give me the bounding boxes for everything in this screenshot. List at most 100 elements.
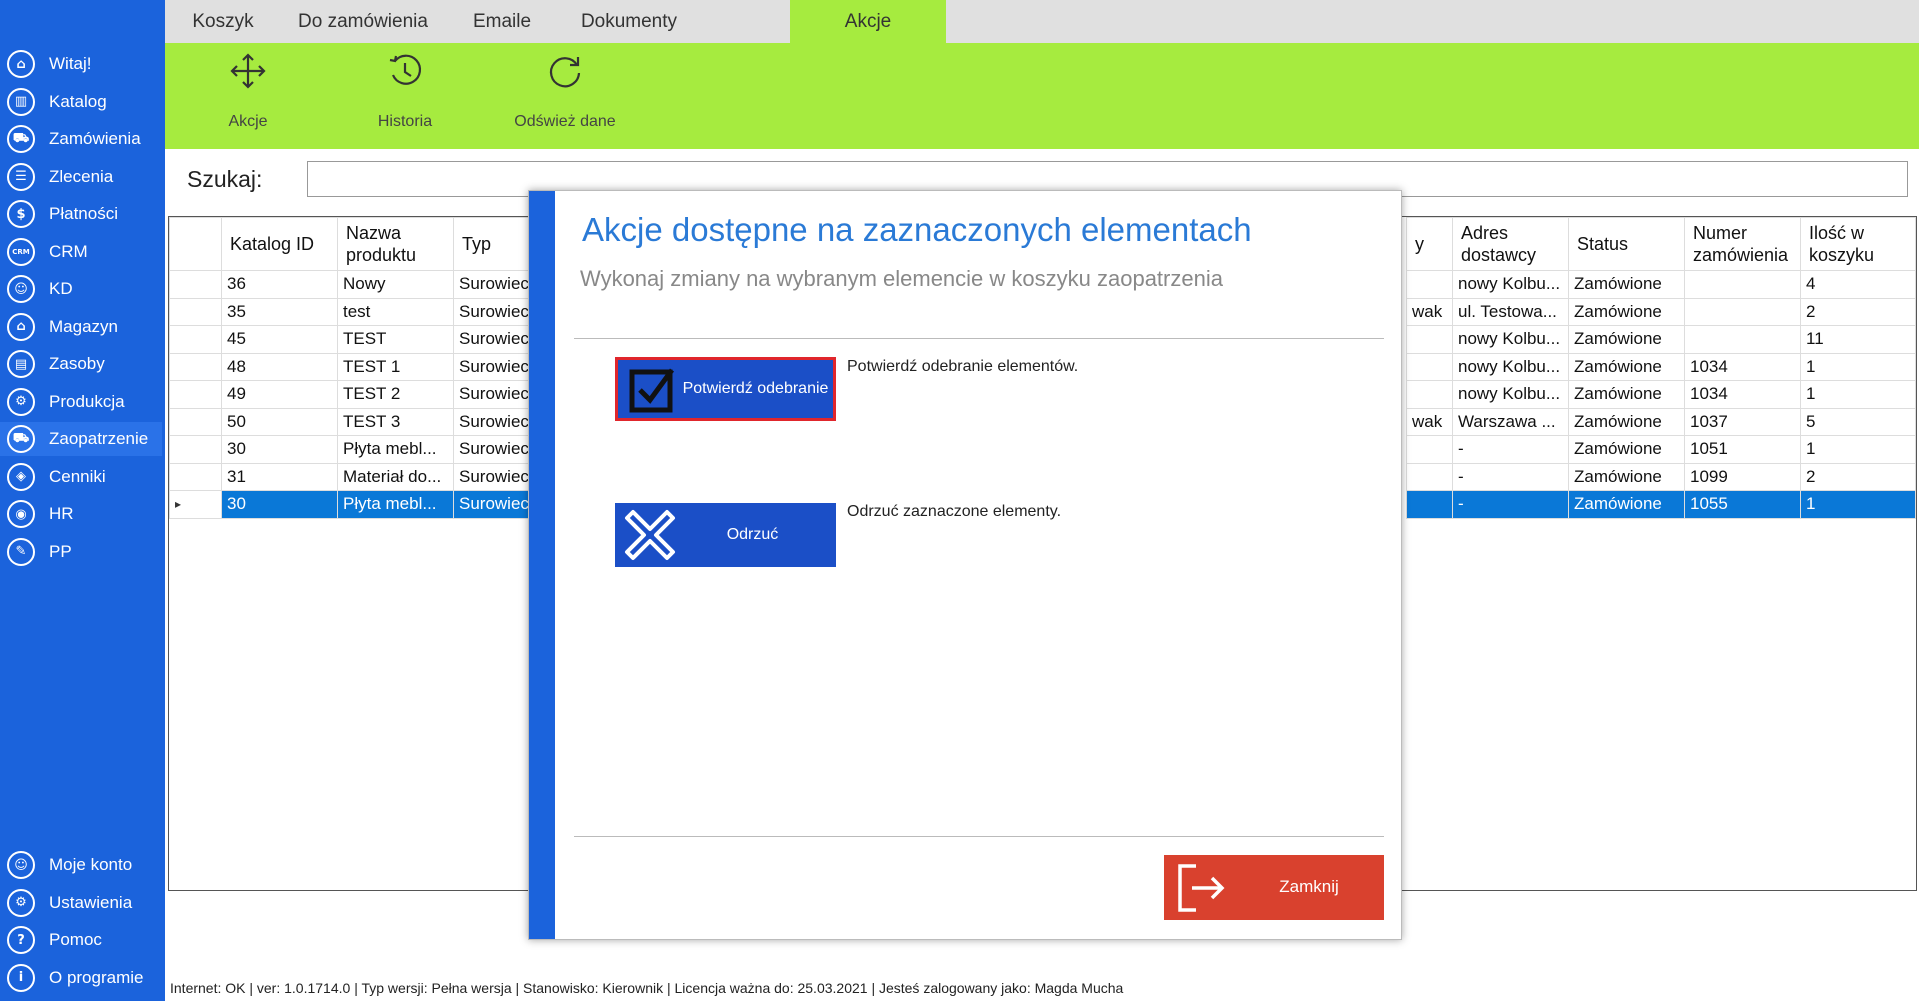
tab-dokumenty[interactable]: Dokumenty — [559, 0, 699, 43]
grid-right-columns: y Adres dostawcy Status Numer zamówienia… — [1406, 217, 1916, 519]
reject-button[interactable]: Odrzuć — [615, 503, 836, 567]
table-row[interactable]: - Zamówione 1055 1 — [1406, 490, 1916, 519]
status-bar: Internet: OK | ver: 1.0.1714.0 | Typ wer… — [170, 980, 1124, 996]
cell-partial — [1406, 352, 1453, 381]
table-row[interactable]: 30 Płyta mebl... Surowiec — [169, 435, 554, 464]
table-row[interactable]: wak ul. Testowa... Zamówione 2 — [1406, 297, 1916, 326]
reject-label: Odrzuć — [726, 526, 779, 543]
list-icon: ☰ — [7, 162, 35, 191]
dialog-accent-stripe — [529, 191, 555, 939]
tab-emaile[interactable]: Emaile — [445, 0, 559, 43]
sidebar-item-zasoby[interactable]: ▤ Zasoby — [0, 347, 162, 381]
table-row[interactable]: nowy Kolbu... Zamówione 1034 1 — [1406, 380, 1916, 409]
cell-partial — [1406, 325, 1453, 354]
cell-partial — [1406, 435, 1453, 464]
book-icon: ▥ — [7, 87, 35, 116]
sidebar-item-produkcja[interactable]: ⚙ Produkcja — [0, 385, 162, 419]
table-row[interactable]: nowy Kolbu... Zamówione 11 — [1406, 325, 1916, 354]
sidebar-item-cenniki[interactable]: ◈ Cenniki — [0, 460, 162, 494]
sidebar-item-pp[interactable]: ✎ PP — [0, 535, 162, 569]
sidebar-item-katalog[interactable]: ▥ Katalog — [0, 85, 162, 119]
table-row[interactable]: ▸ 30 Płyta mebl... Surowiec — [169, 490, 554, 519]
row-indicator — [169, 297, 222, 326]
akcje-button[interactable]: Akcje — [203, 43, 293, 149]
historia-button[interactable]: Historia — [355, 43, 455, 149]
table-row[interactable]: 45 TEST Surowiec — [169, 325, 554, 354]
col-header-katalog-id[interactable]: Katalog ID — [221, 217, 338, 271]
cell-ilosc: 2 — [1800, 462, 1916, 491]
sidebar-item-label: Moje konto — [49, 855, 133, 874]
tab-akcje[interactable]: Akcje — [790, 0, 946, 43]
sidebar-item-hr[interactable]: ◉ HR — [0, 497, 162, 531]
cell-katalog-id: 49 — [221, 380, 338, 409]
cell-ilosc: 1 — [1800, 352, 1916, 381]
close-button[interactable]: Zamknij — [1164, 855, 1384, 920]
cell-nazwa: Nowy — [337, 270, 454, 299]
table-row[interactable]: - Zamówione 1099 2 — [1406, 462, 1916, 491]
col-header-partial[interactable]: y — [1406, 217, 1453, 271]
sidebar-item-zaopatrzenie[interactable]: ⛟ Zaopatrzenie — [0, 422, 162, 456]
help-icon: ? — [7, 926, 35, 954]
col-header-status[interactable]: Status — [1568, 217, 1685, 271]
cell-numer — [1684, 270, 1801, 299]
sidebar-item-pomoc[interactable]: ? Pomoc — [0, 923, 162, 957]
tab-bar: Koszyk Do zamówienia Emaile Dokumenty Ak… — [165, 0, 1919, 43]
col-header-adres-dostawcy[interactable]: Adres dostawcy — [1452, 217, 1569, 271]
cell-numer: 1099 — [1684, 462, 1801, 491]
table-row[interactable]: 35 test Surowiec — [169, 297, 554, 326]
history-clock-icon — [389, 54, 422, 85]
cell-ilosc: 1 — [1800, 490, 1916, 519]
cell-adres: ul. Testowa... — [1452, 297, 1569, 326]
col-header-ilosc[interactable]: Ilość w koszyku — [1800, 217, 1916, 271]
sidebar-item-o-programie[interactable]: i O programie — [0, 961, 162, 995]
sidebar-item-ustawienia[interactable]: ⚙ Ustawienia — [0, 886, 162, 920]
crm-icon: CRM — [7, 237, 35, 266]
dialog-subtitle: Wykonaj zmiany na wybranym elemencie w k… — [580, 266, 1223, 291]
cell-adres: - — [1452, 435, 1569, 464]
truck-icon: ⛟ — [7, 425, 35, 453]
sidebar-item-witaj-[interactable]: ⌂ Witaj! — [0, 47, 162, 81]
sidebar-item-label: KD — [49, 279, 73, 298]
production-icon: ⚙ — [7, 387, 35, 416]
sidebar-item-kd[interactable]: ☺ KD — [0, 272, 162, 306]
search-label: Szukaj: — [187, 166, 263, 192]
cell-nazwa: TEST 3 — [337, 407, 454, 436]
cell-status: Zamówione — [1568, 352, 1685, 381]
cell-nazwa: Materiał do... — [337, 462, 454, 491]
sidebar-item-zamówienia[interactable]: ⛟ Zamówienia — [0, 122, 162, 156]
resources-icon: ▤ — [7, 350, 35, 378]
cell-adres: - — [1452, 462, 1569, 491]
x-cross-icon — [625, 510, 675, 560]
col-header-numer-zamowienia[interactable]: Numer zamówienia — [1684, 217, 1801, 271]
cell-status: Zamówione — [1568, 325, 1685, 354]
cell-adres: Warszawa ... — [1452, 407, 1569, 436]
table-row[interactable]: 31 Materiał do... Surowiec — [169, 462, 554, 491]
refresh-button[interactable]: Odśwież dane — [500, 43, 630, 149]
table-row[interactable]: 36 Nowy Surowiec — [169, 270, 554, 299]
close-label: Zamknij — [1279, 877, 1339, 896]
sidebar-item-płatności[interactable]: $ Płatności — [0, 197, 162, 231]
cell-ilosc: 5 — [1800, 407, 1916, 436]
sidebar-item-crm[interactable]: CRM CRM — [0, 235, 162, 269]
cell-partial — [1406, 462, 1453, 491]
cell-adres: - — [1452, 490, 1569, 519]
col-header-nazwa-produktu[interactable]: Nazwa produktu — [337, 217, 454, 271]
table-row[interactable]: - Zamówione 1051 1 — [1406, 435, 1916, 464]
sidebar-item-magazyn[interactable]: ⌂ Magazyn — [0, 310, 162, 344]
sidebar-item-label: O programie — [49, 967, 144, 987]
table-row[interactable]: nowy Kolbu... Zamówione 1034 1 — [1406, 352, 1916, 381]
sidebar-item-label: Magazyn — [49, 316, 118, 336]
sidebar-item-zlecenia[interactable]: ☰ Zlecenia — [0, 160, 162, 194]
table-row[interactable]: 50 TEST 3 Surowiec — [169, 407, 554, 436]
tab-do-zamowienia[interactable]: Do zamówienia — [281, 0, 445, 43]
table-row[interactable]: nowy Kolbu... Zamówione 4 — [1406, 270, 1916, 299]
sidebar-item-moje-konto[interactable]: ☺ Moje konto — [0, 848, 162, 882]
sidebar-item-label: Witaj! — [49, 54, 92, 73]
tab-koszyk[interactable]: Koszyk — [165, 0, 281, 43]
confirm-receipt-button[interactable]: Potwierdź odebranie — [615, 357, 836, 421]
table-row[interactable]: wak Warszawa ... Zamówione 1037 5 — [1406, 407, 1916, 436]
cell-katalog-id: 48 — [221, 352, 338, 381]
table-row[interactable]: 48 TEST 1 Surowiec — [169, 352, 554, 381]
table-row[interactable]: 49 TEST 2 Surowiec — [169, 380, 554, 409]
sidebar-item-label: Płatności — [49, 204, 118, 223]
